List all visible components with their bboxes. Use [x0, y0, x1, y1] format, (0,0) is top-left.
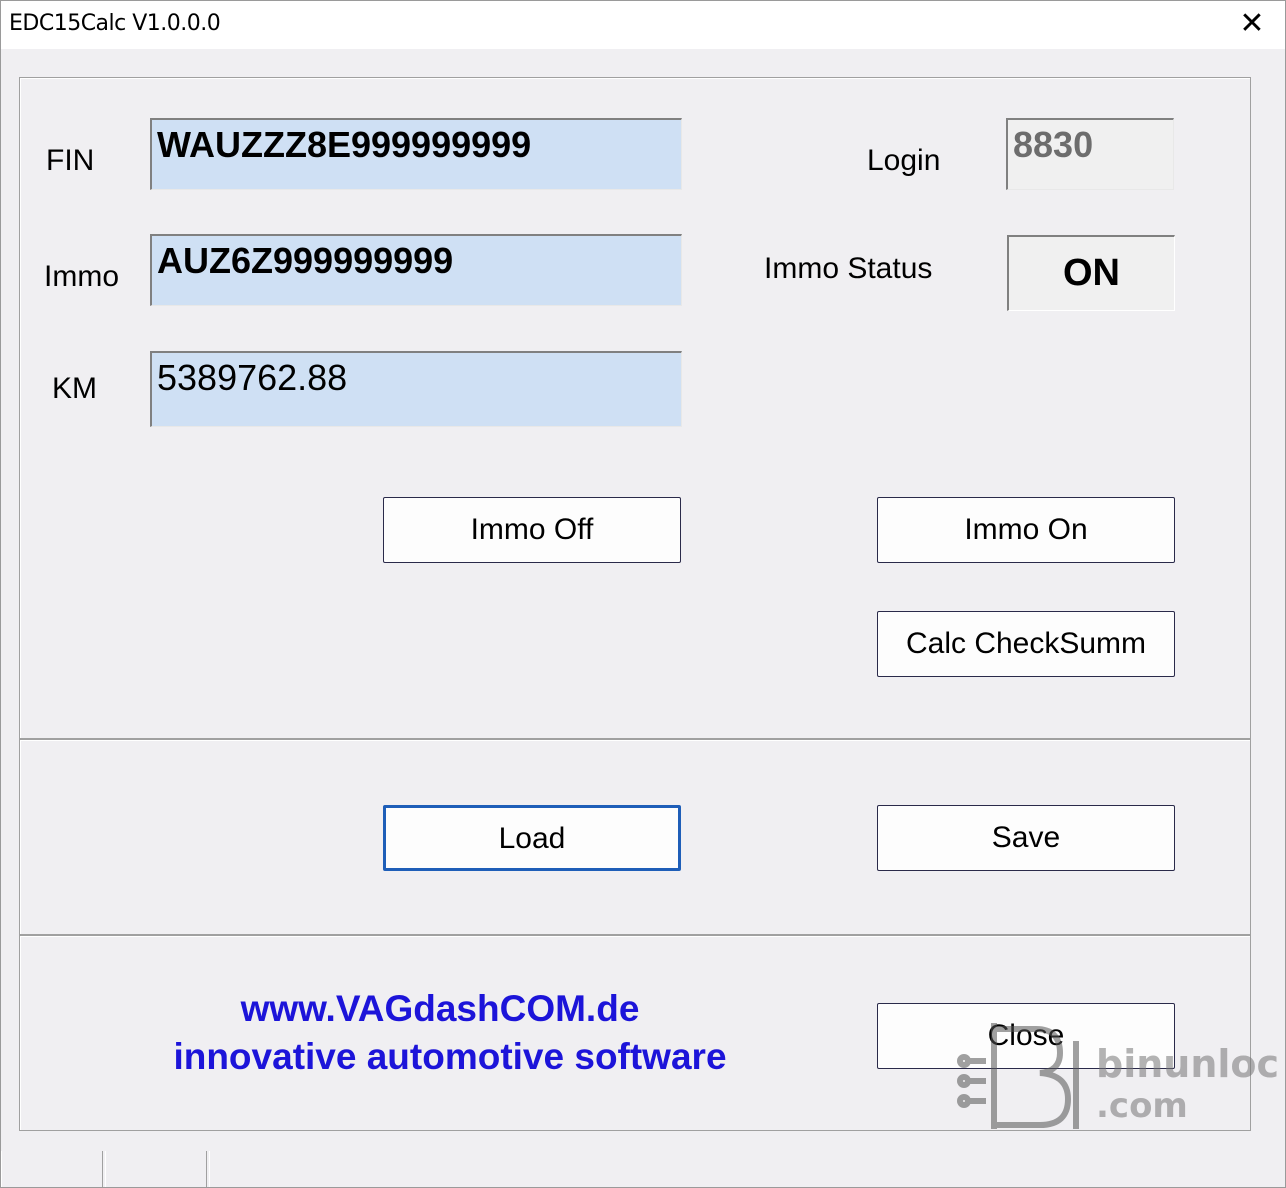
watermark-domain-text: .com	[1096, 1086, 1188, 1126]
km-field[interactable]: 5389762.88	[150, 351, 682, 427]
immo-on-button[interactable]: Immo On	[877, 497, 1175, 563]
immo-status-label: Immo Status	[764, 252, 933, 285]
window-title: EDC15Calc V1.0.0.0	[9, 11, 221, 36]
km-label: KM	[52, 372, 97, 405]
file-panel: Load Save	[19, 739, 1251, 935]
app-window: EDC15Calc V1.0.0.0 ✕ FIN WAUZZZ8E9999999…	[0, 0, 1286, 1188]
binunlock-logo-icon: binunlock .com	[957, 1023, 1286, 1129]
status-cell-2	[105, 1151, 207, 1187]
close-icon[interactable]: ✕	[1237, 7, 1267, 41]
login-label: Login	[867, 144, 941, 177]
login-field[interactable]: 8830	[1006, 118, 1174, 190]
status-bar	[1, 1151, 1285, 1187]
calc-checksum-button[interactable]: Calc CheckSumm	[877, 611, 1175, 677]
fin-label: FIN	[46, 144, 95, 177]
immo-off-button[interactable]: Immo Off	[383, 497, 681, 563]
load-button[interactable]: Load	[383, 805, 681, 871]
status-cell-1	[1, 1151, 103, 1187]
vehicle-data-panel: FIN WAUZZZ8E999999999 Immo AUZ6Z99999999…	[19, 77, 1251, 739]
title-bar: EDC15Calc V1.0.0.0 ✕	[1, 1, 1285, 49]
immo-field[interactable]: AUZ6Z999999999	[150, 234, 682, 306]
tagline-text: innovative automotive software	[173, 1036, 727, 1077]
watermark-brand-text: binunlock	[1096, 1042, 1281, 1086]
fin-field[interactable]: WAUZZZ8E999999999	[150, 118, 682, 190]
save-button[interactable]: Save	[877, 805, 1175, 871]
website-link[interactable]: www.VAGdashCOM.de	[110, 988, 770, 1030]
status-cell-3	[209, 1151, 1285, 1187]
immo-status-value: ON	[1007, 235, 1175, 311]
immo-label: Immo	[44, 260, 119, 293]
binunlock-watermark: binunlock .com	[956, 1011, 1286, 1136]
